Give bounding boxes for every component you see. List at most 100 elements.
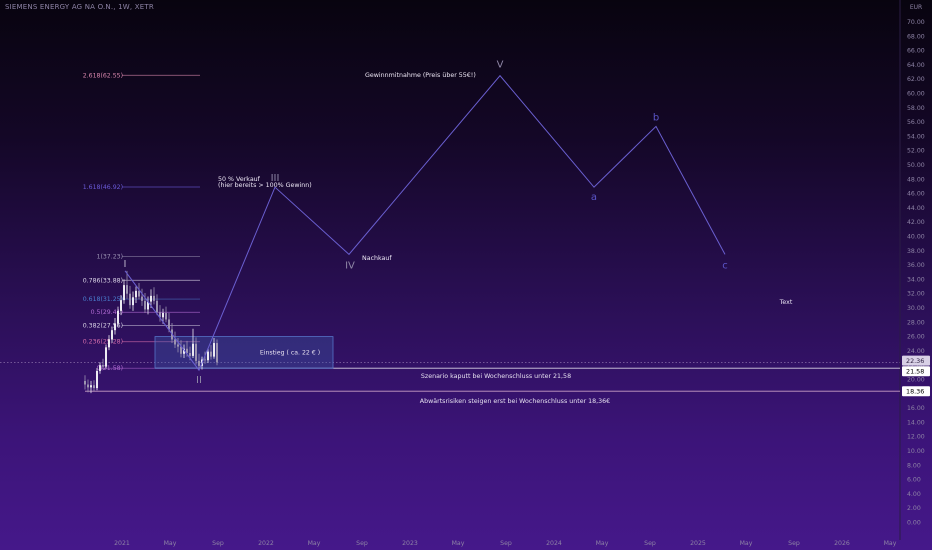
annotation-text: Text bbox=[779, 299, 793, 306]
x-tick-label: May bbox=[164, 540, 177, 547]
candle-body bbox=[99, 365, 101, 371]
candle-body bbox=[93, 385, 95, 389]
y-tick-label: 44.00 bbox=[907, 205, 925, 212]
y-tick-label: 0.00 bbox=[907, 520, 921, 527]
wave-label-V: V bbox=[497, 60, 504, 71]
candle-body bbox=[189, 353, 191, 356]
candle-body bbox=[111, 330, 113, 340]
annotation-text: Abwärtsrisiken steigen erst bei Wochensc… bbox=[420, 398, 610, 405]
y-tick-label: 30.00 bbox=[907, 305, 925, 312]
fib-label: 1(37.23) bbox=[97, 253, 123, 260]
y-tick-label: 20.00 bbox=[907, 377, 925, 384]
y-tick-label: 36.00 bbox=[907, 262, 925, 269]
candle-body bbox=[141, 296, 143, 301]
x-tick-label: May bbox=[452, 540, 465, 547]
x-tick-label: Sep bbox=[500, 540, 512, 547]
annotation-text: Gewinnmitnahme (Preis über 55€!) bbox=[365, 72, 476, 79]
candle-body bbox=[177, 344, 179, 347]
annotation-text: Nachkauf bbox=[362, 255, 392, 262]
wave-label-a: a bbox=[591, 192, 597, 203]
candle-body bbox=[105, 347, 107, 367]
wave-label-IV: IV bbox=[345, 260, 355, 271]
wave-label-I: I bbox=[124, 259, 127, 270]
candle-body bbox=[132, 297, 134, 306]
y-tick-label: 14.00 bbox=[907, 419, 925, 426]
fib-label: 0.382(27.56) bbox=[83, 322, 123, 329]
y-tick-label: 64.00 bbox=[907, 62, 925, 69]
y-tick-label: 26.00 bbox=[907, 334, 925, 341]
y-tick-label: 2.00 bbox=[907, 505, 921, 512]
candle-body bbox=[156, 300, 158, 313]
x-tick-label: May bbox=[308, 540, 321, 547]
price-chart[interactable]: EUR 70.00 68.00 66.00 64.00 62.00 60.00 58.00 56… bbox=[0, 0, 932, 550]
wave-label-II: II bbox=[196, 375, 202, 386]
y-tick-label: 60.00 bbox=[907, 91, 925, 98]
candle-body bbox=[84, 380, 86, 385]
y-tick-label: 40.00 bbox=[907, 234, 925, 241]
x-tick-label: 2022 bbox=[258, 540, 274, 547]
y-tick-label: 16.00 bbox=[907, 405, 925, 412]
fib-label: 0.618(31.25) bbox=[83, 296, 123, 303]
y-tick-label: 10.00 bbox=[907, 448, 925, 455]
y-tick-label: 54.00 bbox=[907, 133, 925, 140]
x-tick-label: Sep bbox=[212, 540, 224, 547]
candle-body bbox=[168, 319, 170, 330]
x-tick-label: May bbox=[740, 540, 753, 547]
y-tick-label: 52.00 bbox=[907, 148, 925, 155]
elliott-wave-path bbox=[124, 74, 726, 372]
candle-body bbox=[114, 323, 116, 331]
y-tick-label: 8.00 bbox=[907, 462, 921, 469]
candle-body bbox=[129, 293, 131, 306]
candle-body bbox=[123, 285, 125, 301]
wave-label-b: b bbox=[653, 112, 659, 123]
y-tick-label: 24.00 bbox=[907, 348, 925, 355]
y-tick-label: 12.00 bbox=[907, 434, 925, 441]
x-tick-label: Sep bbox=[788, 540, 800, 547]
candle-body bbox=[96, 370, 98, 389]
candle-body bbox=[138, 290, 140, 297]
candle-body bbox=[150, 295, 152, 302]
candle-body bbox=[192, 343, 194, 356]
candle-body bbox=[162, 313, 164, 318]
y-tick-label: 70.00 bbox=[907, 19, 925, 26]
x-tick-label: 2023 bbox=[402, 540, 418, 547]
candle-body bbox=[126, 285, 128, 294]
y-tick-label: 34.00 bbox=[907, 276, 925, 283]
x-tick-label: May bbox=[596, 540, 609, 547]
x-tick-label: 2025 bbox=[690, 540, 706, 547]
fib-label: 0.786(33.88) bbox=[83, 277, 123, 284]
candle-body bbox=[144, 300, 146, 310]
candle-body bbox=[87, 384, 89, 388]
candle-body bbox=[210, 351, 212, 357]
y-tick-label: 66.00 bbox=[907, 48, 925, 55]
candle-body bbox=[198, 360, 200, 366]
currency-label: EUR bbox=[910, 4, 922, 11]
x-tick-label: 2021 bbox=[114, 540, 130, 547]
x-tick-label: 2026 bbox=[834, 540, 850, 547]
price-label-text: 22.36 bbox=[906, 357, 924, 365]
candle-body bbox=[90, 385, 92, 388]
y-tick-label: 6.00 bbox=[907, 477, 921, 484]
candle-body bbox=[120, 300, 122, 311]
y-tick-label: 58.00 bbox=[907, 105, 925, 112]
x-tick-label: May bbox=[884, 540, 897, 547]
candle-body bbox=[135, 290, 137, 298]
y-tick-label: 4.00 bbox=[907, 491, 921, 498]
y-tick-label: 68.00 bbox=[907, 33, 925, 40]
candle-body bbox=[216, 343, 218, 363]
y-tick-label: 46.00 bbox=[907, 191, 925, 198]
x-tick-label: Sep bbox=[356, 540, 368, 547]
y-tick-label: 50.00 bbox=[907, 162, 925, 169]
y-tick-label: 42.00 bbox=[907, 219, 925, 226]
y-tick-label: 48.00 bbox=[907, 176, 925, 183]
annotation-text: (hier bereits > 100% Gewinn) bbox=[218, 182, 312, 189]
y-tick-label: 28.00 bbox=[907, 319, 925, 326]
price-label-text: 21.58 bbox=[906, 368, 924, 376]
wave-label-c: c bbox=[722, 260, 728, 271]
annotation-text: Szenario kaputt bei Wochenschluss unter … bbox=[421, 373, 571, 380]
x-tick-label: Sep bbox=[644, 540, 656, 547]
candle-body bbox=[207, 351, 209, 361]
y-tick-label: 38.00 bbox=[907, 248, 925, 255]
fib-label: 0.236(25.28) bbox=[83, 339, 123, 346]
fib-label: 1.618(46.92) bbox=[83, 184, 123, 191]
